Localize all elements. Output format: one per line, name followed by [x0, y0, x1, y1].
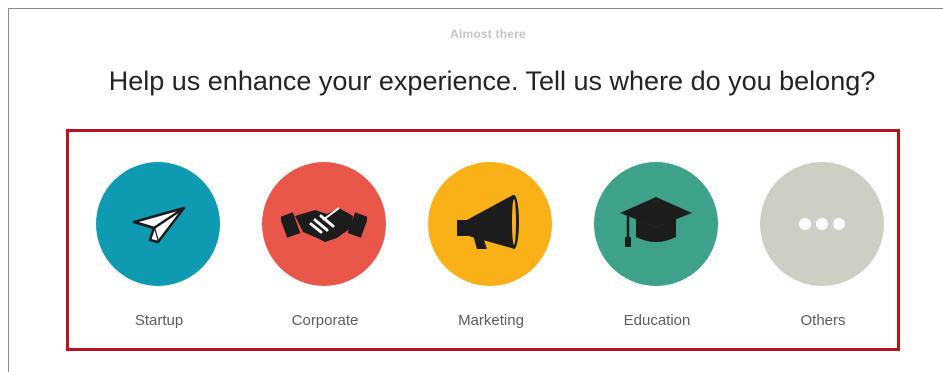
page-question: Help us enhance your experience. Tell us… [108, 66, 876, 96]
option-label: Others [800, 312, 846, 329]
option-marketing[interactable]: Marketing [426, 162, 556, 332]
option-startup[interactable]: Startup [94, 162, 224, 332]
option-label: Education [623, 312, 691, 329]
paper-plane-icon[interactable] [96, 162, 220, 286]
step-label: Almost there [450, 27, 526, 41]
option-education[interactable]: Education [592, 162, 722, 332]
megaphone-icon[interactable] [428, 162, 552, 286]
handshake-icon[interactable] [262, 162, 386, 286]
more-dots-icon[interactable] [760, 162, 884, 286]
belonging-options-group: Startup Corporate Marketing Education Ot… [66, 129, 900, 351]
option-label: Startup [134, 312, 184, 329]
option-corporate[interactable]: Corporate [260, 162, 390, 332]
option-others[interactable]: Others [758, 162, 888, 332]
graduation-cap-icon[interactable] [594, 162, 718, 286]
option-label: Marketing [458, 312, 524, 329]
option-label: Corporate [291, 312, 359, 329]
